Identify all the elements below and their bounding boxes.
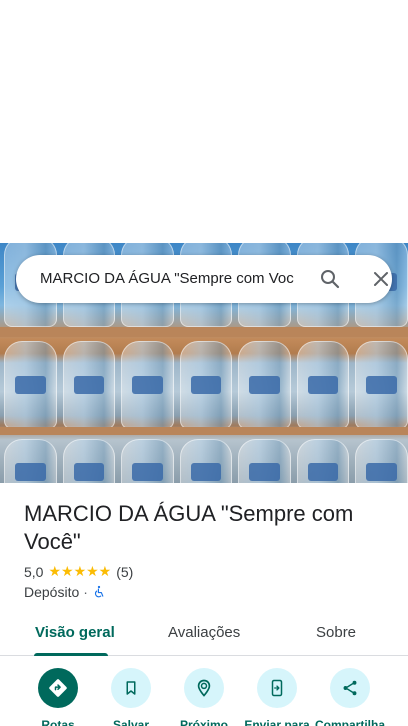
nearby-icon	[197, 679, 211, 697]
place-category: Depósito	[24, 584, 80, 600]
send-to-phone-button[interactable]: Enviar para	[239, 668, 315, 726]
send-to-phone-label: Enviar para	[244, 718, 310, 726]
tab-reviews[interactable]: Avaliações	[168, 624, 240, 641]
star-rating-icon: ★★★★★	[48, 563, 112, 579]
tab-overview[interactable]: Visão geral	[35, 624, 115, 641]
share-icon	[343, 680, 357, 696]
place-tabs: Visão geral Avaliações Sobre	[0, 610, 408, 656]
bookmark-icon	[126, 681, 136, 695]
share-label: Compartilha	[314, 718, 385, 726]
close-icon[interactable]	[369, 267, 393, 291]
action-bar: Rotas Salvar Próximo Enviar para Compart…	[0, 668, 408, 726]
active-tab-indicator	[34, 653, 108, 656]
directions-icon	[49, 679, 67, 697]
save-button[interactable]: Salvar	[93, 668, 169, 726]
separator: ·	[83, 584, 88, 600]
search-bar[interactable]: MARCIO DA ÁGUA "Sempre com Voc	[16, 255, 392, 303]
search-input[interactable]: MARCIO DA ÁGUA "Sempre com Voc	[40, 269, 302, 289]
send-to-phone-icon	[271, 679, 283, 697]
search-icon[interactable]	[318, 267, 342, 291]
place-title: MARCIO DA ÁGUA "Sempre com Você"	[24, 501, 354, 554]
nearby-label: Próximo	[179, 718, 228, 726]
tab-about[interactable]: Sobre	[316, 624, 356, 641]
save-label: Salvar	[112, 718, 150, 726]
rating-summary[interactable]: 5,0 ★★★★★ (5)	[24, 563, 133, 580]
review-count: (5)	[116, 563, 134, 580]
nearby-button[interactable]: Próximo	[166, 668, 242, 726]
rating-value: 5,0	[24, 563, 44, 580]
directions-label: Rotas	[41, 718, 75, 726]
category-row: Depósito ·	[24, 584, 106, 600]
wheelchair-accessible-icon	[94, 585, 104, 598]
share-button[interactable]: Compartilha	[312, 668, 388, 726]
directions-button[interactable]: Rotas	[20, 668, 96, 726]
